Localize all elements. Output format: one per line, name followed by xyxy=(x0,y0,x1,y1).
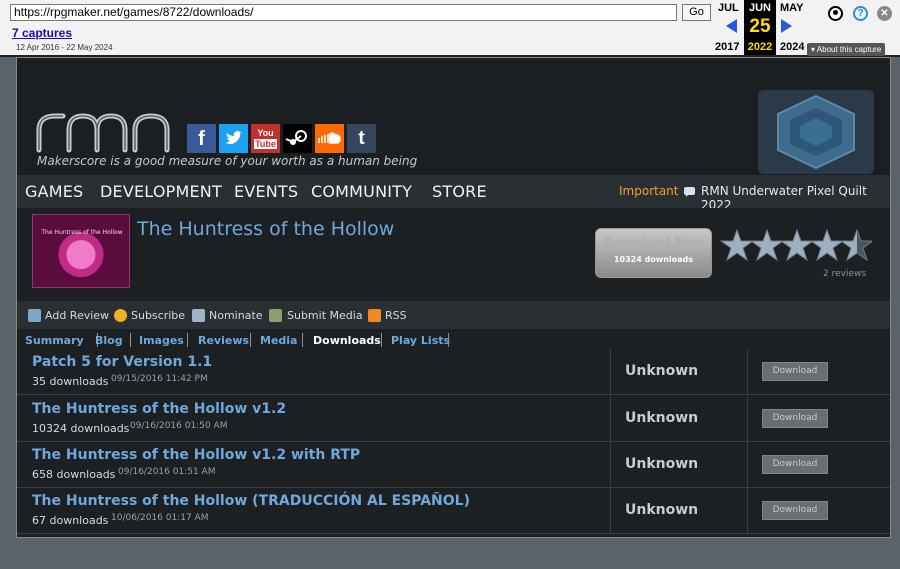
subscribe-icon xyxy=(114,309,127,322)
download-platform: Unknown xyxy=(625,502,699,518)
game-tabs: Summary Blog Images Reviews Media Downlo… xyxy=(17,329,890,350)
tab-reviews[interactable]: Reviews xyxy=(198,334,249,347)
download-platform: Unknown xyxy=(625,410,699,426)
tab-separator xyxy=(187,333,188,347)
download-row: The Huntress of the Hollow v1.2 with RTP… xyxy=(17,442,890,488)
download-now-button[interactable]: Download Now 10324 downloads xyxy=(595,228,712,278)
about-capture-label: About this capture xyxy=(816,45,882,54)
main-nav: GAMES DEVELOPMENT EVENTS COMMUNITY STORE… xyxy=(17,175,890,212)
submit-media-link[interactable]: Submit Media xyxy=(287,309,363,322)
twitter-icon[interactable] xyxy=(219,124,248,153)
game-title[interactable]: The Huntress of the Hollow xyxy=(137,218,394,240)
tab-separator xyxy=(381,333,382,347)
capture-date-range: 12 Apr 2016 - 22 May 2024 xyxy=(16,43,113,52)
rss-icon xyxy=(368,309,381,322)
subscribe-link[interactable]: Subscribe xyxy=(131,309,185,322)
facebook-icon[interactable]: f xyxy=(187,124,216,153)
add-review-icon xyxy=(28,309,41,322)
download-button[interactable]: Download xyxy=(762,501,828,520)
nav-games[interactable]: GAMES xyxy=(25,182,83,201)
help-icon[interactable]: ? xyxy=(853,6,868,21)
submit-media-icon xyxy=(269,309,282,322)
tab-play-lists[interactable]: Play Lists xyxy=(391,334,450,347)
wayback-url-input[interactable]: https://rpgmaker.net/games/8722/download… xyxy=(10,4,677,21)
close-icon[interactable]: ✕ xyxy=(877,6,892,21)
download-date: 10/06/2016 01:17 AM xyxy=(111,513,209,523)
download-date: 09/16/2016 01:50 AM xyxy=(130,421,228,431)
next-year-label[interactable]: 2024 xyxy=(780,41,804,53)
nominate-icon xyxy=(192,309,205,322)
tab-summary[interactable]: Summary xyxy=(25,334,84,347)
download-count-label: 10324 downloads xyxy=(613,255,694,264)
download-count: 658 downloads xyxy=(32,468,116,481)
current-day-label: 25 xyxy=(749,16,771,37)
download-date: 09/15/2016 11:42 PM xyxy=(111,374,208,384)
chat-bubble-icon xyxy=(684,187,695,197)
page-frame: Makerscore is a good measure of your wor… xyxy=(16,57,891,538)
download-platform: Unknown xyxy=(625,456,699,472)
nav-store[interactable]: STORE xyxy=(432,182,487,201)
tab-separator xyxy=(302,333,303,347)
game-thumbnail[interactable]: The Huntress of the Hollow xyxy=(32,214,130,288)
nav-events[interactable]: EVENTS xyxy=(234,182,298,201)
download-date: 09/16/2016 01:51 AM xyxy=(118,467,216,477)
captures-link[interactable]: 7 captures xyxy=(12,26,72,40)
download-name[interactable]: The Huntress of the Hollow v1.2 with RTP xyxy=(32,447,360,463)
download-button[interactable]: Download xyxy=(762,362,828,381)
reviews-count[interactable]: 2 reviews xyxy=(823,269,866,279)
steam-icon[interactable] xyxy=(283,124,312,153)
current-month-label: JUN xyxy=(748,2,771,14)
tab-separator xyxy=(250,333,251,347)
prev-month-label[interactable]: JUL xyxy=(718,2,739,14)
rss-link[interactable]: RSS xyxy=(385,309,407,322)
site-tagline: Makerscore is a good measure of your wor… xyxy=(37,154,418,168)
game-header: The Huntress of the Hollow The Huntress … xyxy=(17,208,890,301)
add-review-link[interactable]: Add Review xyxy=(45,309,109,322)
wayback-go-button[interactable]: Go xyxy=(682,4,711,21)
about-capture-button[interactable]: ▾ About this capture xyxy=(807,43,886,56)
tab-images[interactable]: Images xyxy=(139,334,184,347)
download-button[interactable]: Download xyxy=(762,409,828,428)
important-label: Important xyxy=(619,184,679,198)
download-name[interactable]: The Huntress of the Hollow (TRADUCCIÓN A… xyxy=(32,493,470,509)
wayback-toolbar: https://rpgmaker.net/games/8722/download… xyxy=(0,0,900,57)
thumbnail-title: The Huntress of the Hollow xyxy=(41,229,123,236)
prev-capture-arrow-icon[interactable] xyxy=(726,19,737,33)
tumblr-icon[interactable]: t xyxy=(347,124,376,153)
prev-year-label[interactable]: 2017 xyxy=(715,41,739,53)
download-count: 67 downloads xyxy=(32,514,109,527)
download-count: 10324 downloads xyxy=(32,422,130,435)
user-icon[interactable] xyxy=(828,6,843,21)
download-button[interactable]: Download xyxy=(762,455,828,474)
hexagon-emblem xyxy=(758,90,874,174)
download-platform: Unknown xyxy=(625,363,699,379)
current-year-label: 2022 xyxy=(747,41,773,53)
nav-community[interactable]: COMMUNITY xyxy=(311,182,412,201)
next-month-label[interactable]: MAY xyxy=(780,2,803,14)
download-now-label: Download Now xyxy=(603,235,704,249)
tab-media[interactable]: Media xyxy=(260,334,297,347)
download-row: Patch 5 for Version 1.1 35 downloads 09/… xyxy=(17,349,890,395)
download-name[interactable]: Patch 5 for Version 1.1 xyxy=(32,354,212,370)
game-actions: Add Review Subscribe Nominate Submit Med… xyxy=(17,301,890,329)
nominate-link[interactable]: Nominate xyxy=(209,309,263,322)
soundcloud-icon[interactable] xyxy=(315,124,344,153)
tab-separator xyxy=(130,333,131,347)
tab-downloads[interactable]: Downloads xyxy=(313,334,381,347)
current-capture: JUN 25 2022 xyxy=(744,0,776,55)
youtube-icon[interactable]: You Tube xyxy=(251,124,280,153)
rating-stars xyxy=(720,229,872,261)
rmn-logo[interactable] xyxy=(33,108,183,154)
download-name[interactable]: The Huntress of the Hollow v1.2 xyxy=(32,401,286,417)
site-header: Makerscore is a good measure of your wor… xyxy=(17,58,890,175)
nav-development[interactable]: DEVELOPMENT xyxy=(100,182,222,201)
tab-separator xyxy=(448,333,449,347)
download-row: The Huntress of the Hollow v1.2 10324 do… xyxy=(17,396,890,442)
tab-blog[interactable]: Blog xyxy=(95,334,123,347)
next-capture-arrow-icon[interactable] xyxy=(781,19,792,33)
download-count: 35 downloads xyxy=(32,375,109,388)
download-row: The Huntress of the Hollow (TRADUCCIÓN A… xyxy=(17,488,890,534)
